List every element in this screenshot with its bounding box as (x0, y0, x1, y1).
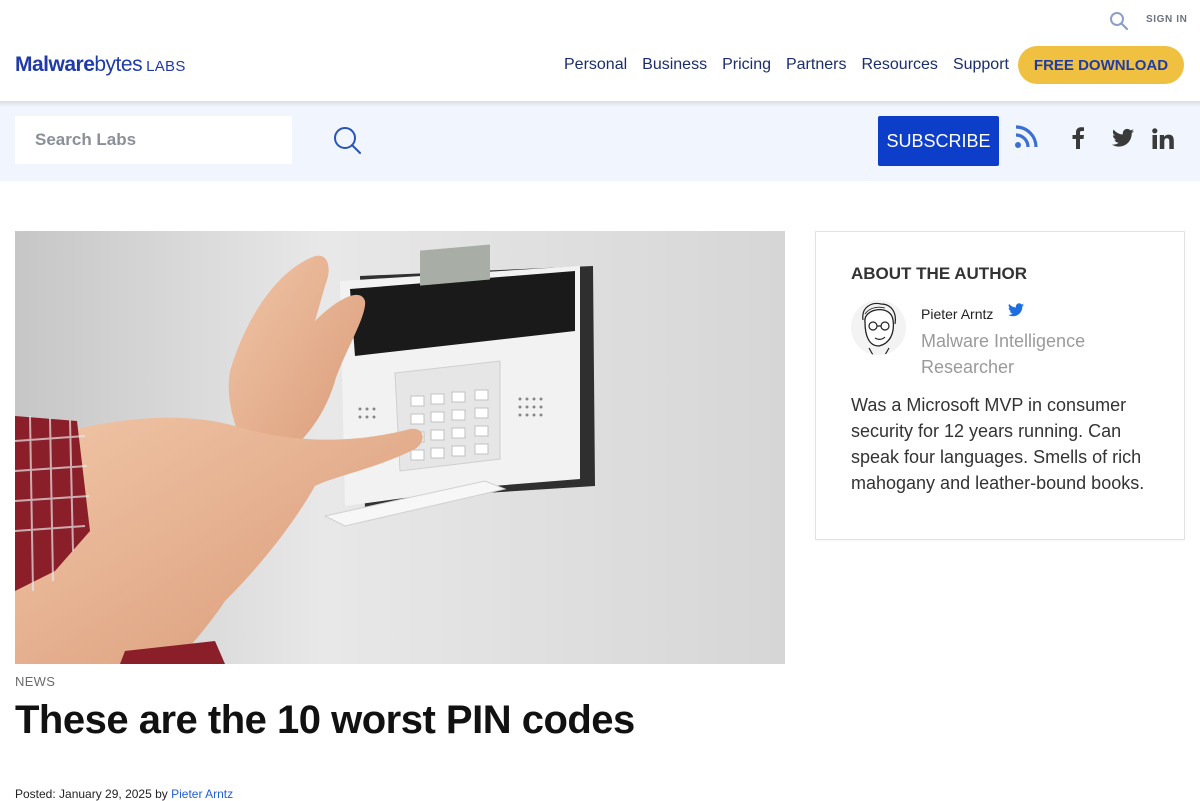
author-twitter-icon[interactable] (1008, 303, 1024, 319)
posted-date-text: Posted: January 29, 2025 by (15, 787, 172, 801)
nav-shadow (0, 101, 1200, 107)
article-byline: Posted: January 29, 2025 by Pieter Arntz (15, 787, 233, 801)
hero-image-alarm-keypad (15, 231, 785, 664)
nav-item-partners[interactable]: Partners (786, 56, 846, 74)
author-role: Malware Intelligence Researcher (921, 331, 1086, 377)
search-icon[interactable] (1109, 11, 1129, 31)
about-author-card: ABOUT THE AUTHOR Pieter Arntz Malware In… (815, 231, 1185, 540)
logo-wordmark: Malwarebytes (15, 53, 143, 77)
twitter-icon[interactable] (1112, 128, 1138, 154)
nav-item-resources[interactable]: Resources (861, 56, 937, 74)
rss-icon[interactable] (1014, 125, 1040, 151)
nav-item-personal[interactable]: Personal (564, 56, 627, 74)
author-bio: Was a Microsoft MVP in consumer security… (851, 395, 1145, 493)
author-avatar (851, 300, 906, 355)
utility-bar: SIGN IN (0, 0, 1200, 40)
author-name[interactable]: Pieter Arntz (921, 306, 993, 322)
nav-item-pricing[interactable]: Pricing (722, 56, 771, 74)
free-download-button[interactable]: FREE DOWNLOAD (1018, 46, 1184, 84)
about-author-heading: ABOUT THE AUTHOR (851, 264, 1027, 283)
nav-item-support[interactable]: Support (953, 56, 1009, 74)
malwarebytes-labs-logo[interactable]: Malwarebytes LABS (15, 53, 186, 79)
labs-search-input[interactable] (15, 116, 292, 164)
main-nav: Malwarebytes LABS Personal Business Pric… (0, 40, 1200, 101)
article-category[interactable]: NEWS (15, 674, 55, 689)
nav-item-business[interactable]: Business (642, 56, 707, 74)
article-title: These are the 10 worst PIN codes (15, 698, 635, 742)
nav-menu: Personal Business Pricing Partners Resou… (564, 56, 1024, 74)
logo-wordmark-bold: Malware (15, 53, 95, 76)
facebook-icon[interactable] (1068, 127, 1094, 153)
labs-search-icon[interactable] (333, 126, 361, 154)
author-link[interactable]: Pieter Arntz (171, 787, 233, 801)
sign-in-link[interactable]: SIGN IN (1146, 14, 1187, 25)
linkedin-icon[interactable] (1152, 128, 1178, 154)
logo-wordmark-light: bytes (94, 53, 143, 76)
subscribe-button[interactable]: SUBSCRIBE (878, 116, 999, 166)
labs-toolbar: SUBSCRIBE (0, 101, 1200, 181)
logo-labs-suffix: LABS (146, 58, 186, 75)
